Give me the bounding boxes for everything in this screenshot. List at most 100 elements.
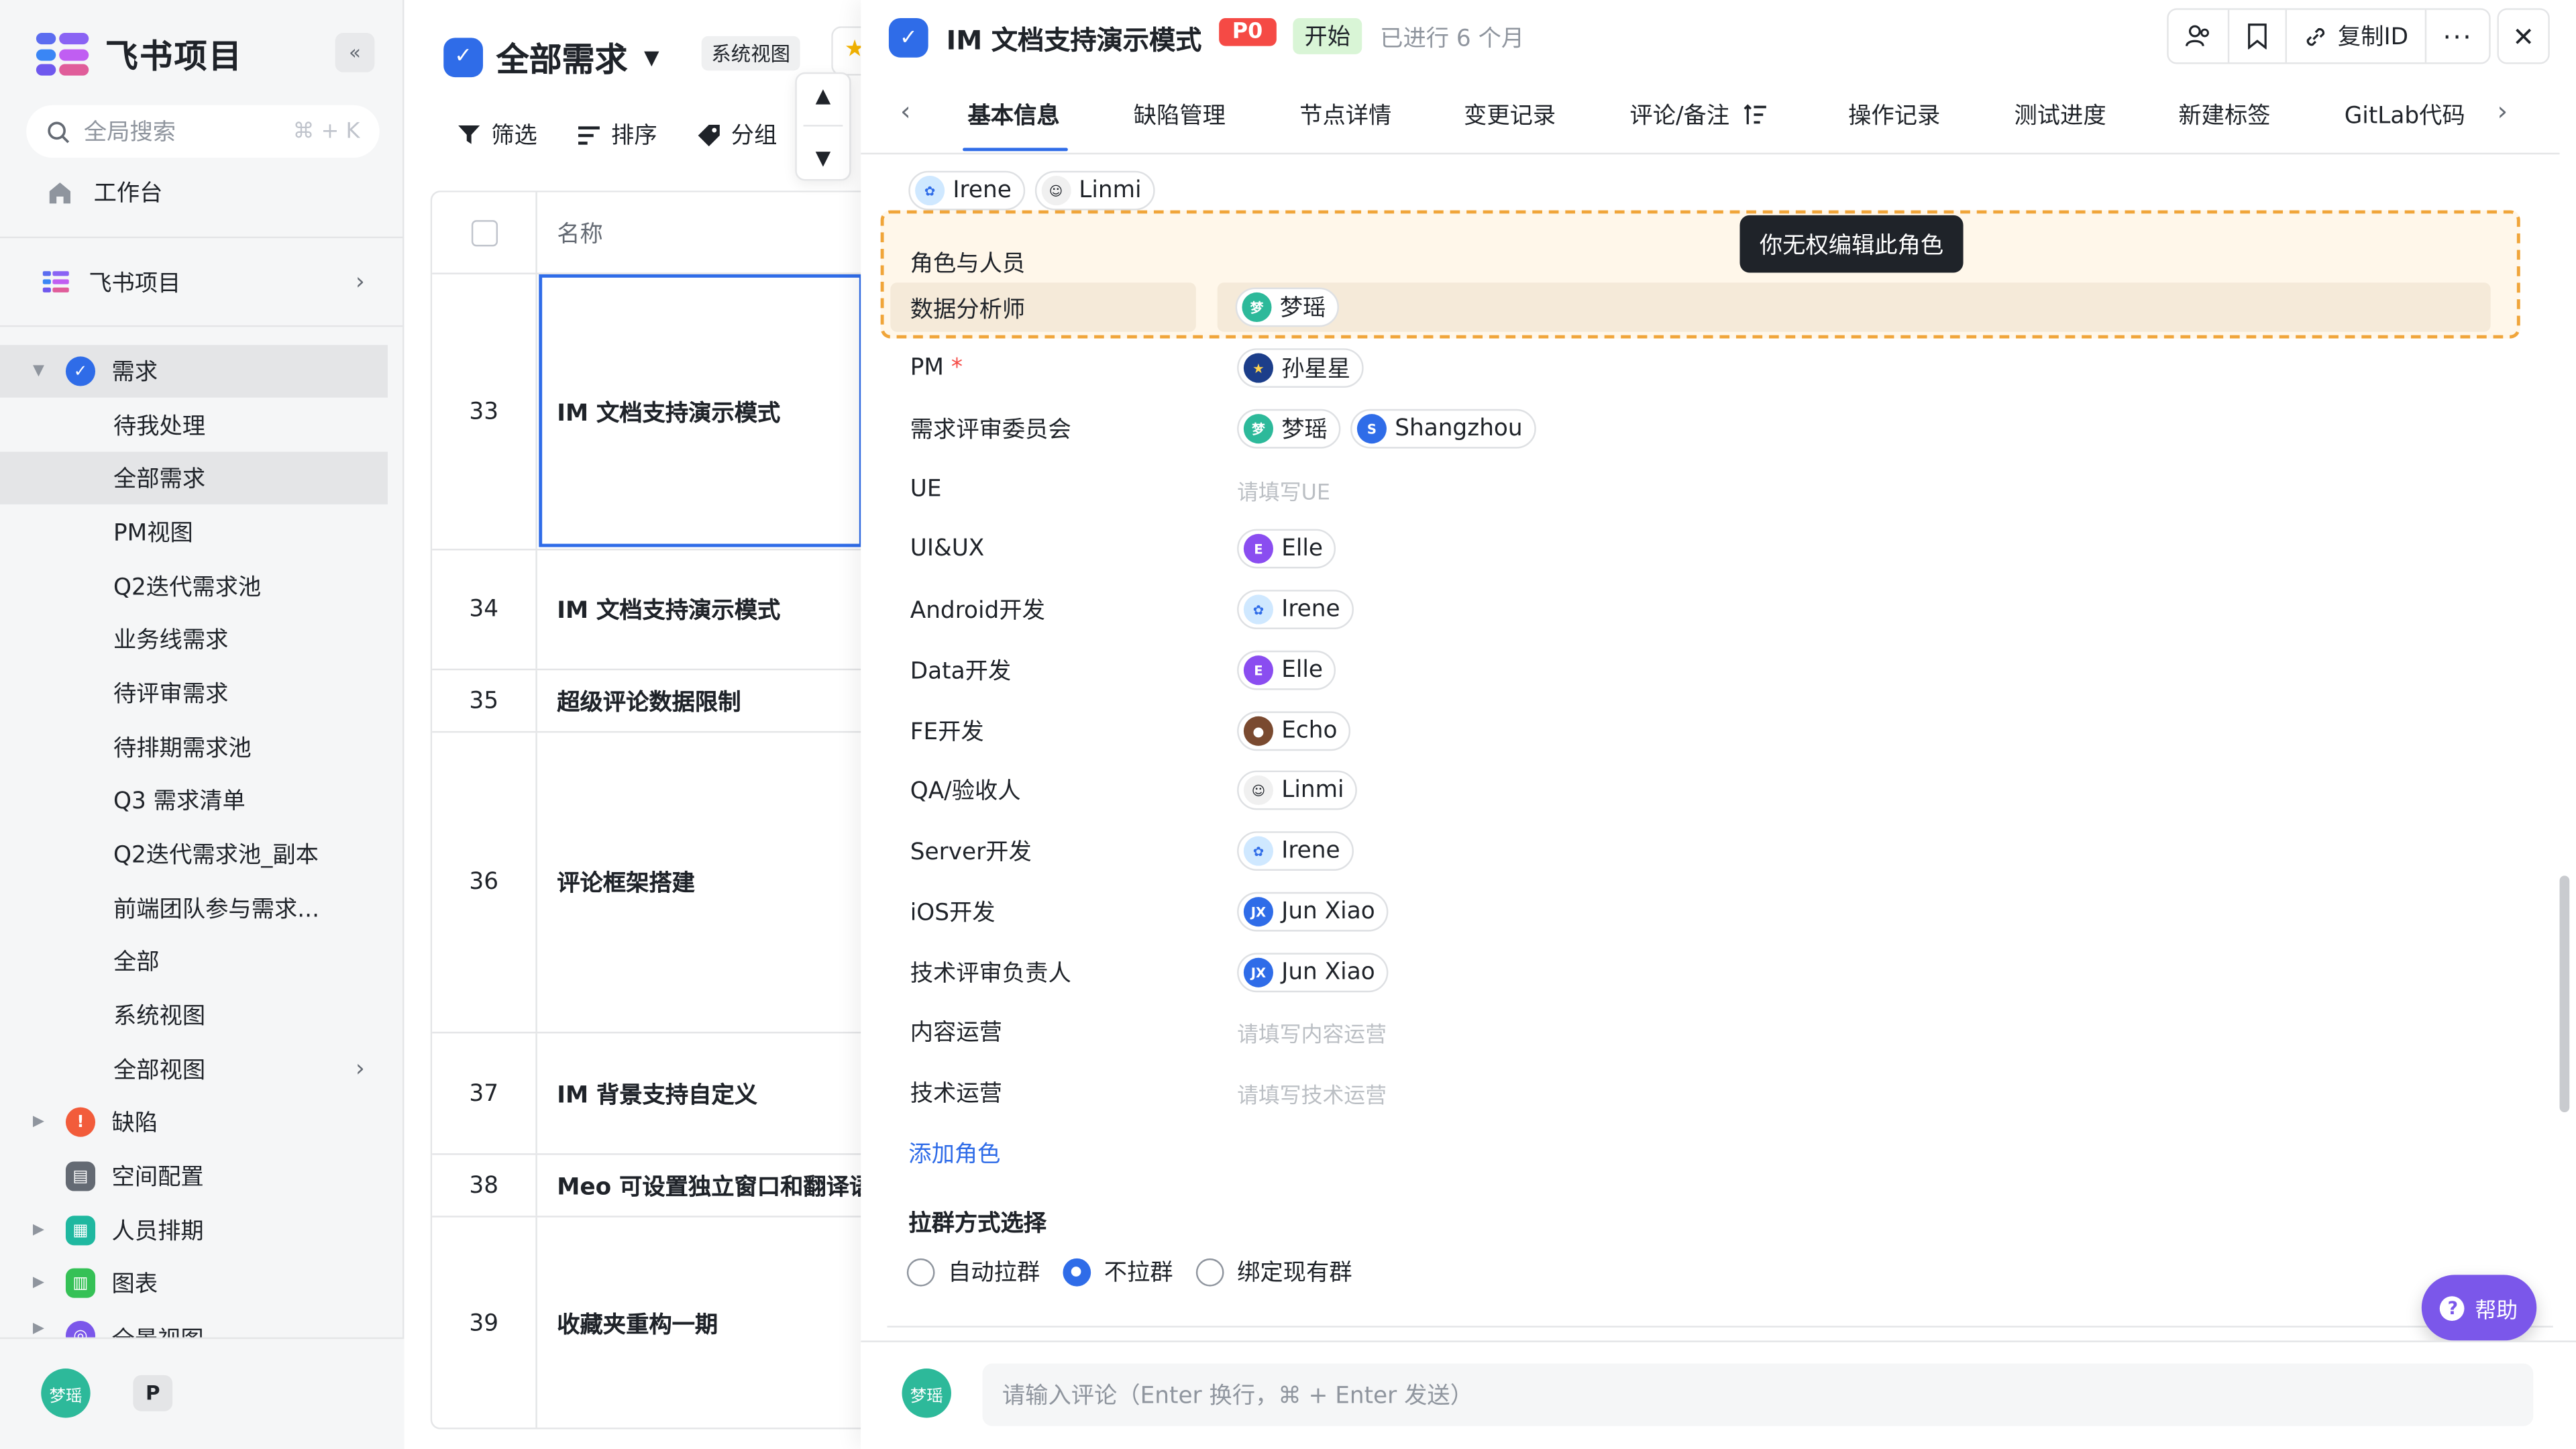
person-chip[interactable]: 梦 梦瑶	[1235, 287, 1339, 327]
comment-input[interactable]: 请输入评论（Enter 换行，⌘ + Enter 发送）	[982, 1363, 2534, 1426]
person-chip[interactable]: JX Jun Xiao	[1237, 953, 1389, 993]
row-name: 收藏夹重构一期	[557, 1312, 718, 1339]
copy-id-button[interactable]: 复制ID	[2287, 9, 2426, 63]
chevron-right-icon[interactable]: ›	[2497, 95, 2508, 127]
person-chip[interactable]: E Elle	[1237, 529, 1336, 569]
profile-badge[interactable]: P	[133, 1375, 173, 1411]
tab-test-progress[interactable]: 测试进度	[2014, 99, 2106, 131]
person-chip[interactable]: JX Jun Xiao	[1237, 892, 1389, 932]
sidebar-item-label: 系统视图	[113, 1004, 206, 1030]
table-row[interactable]: 38 Meo 可设置独立窗口和翻译语	[432, 1155, 861, 1218]
role-placeholder[interactable]: 请填写技术运营	[1237, 1077, 1387, 1108]
chevron-left-icon[interactable]: ‹	[900, 95, 911, 127]
sidebar-item-workbench[interactable]: 工作台	[0, 166, 388, 218]
avatar: ✿	[1243, 836, 1273, 866]
person-chip[interactable]: ☺ Linmi	[1237, 770, 1358, 810]
person-chip[interactable]: S Shangzhou	[1350, 409, 1536, 449]
filter-button[interactable]: 筛选	[457, 118, 537, 151]
detail-title[interactable]: IM 文档支持演示模式	[947, 18, 1202, 58]
add-role-link[interactable]: 添加角色	[908, 1137, 1000, 1170]
sidebar-item-my-pending[interactable]: 待我处理	[0, 399, 388, 451]
person-chip[interactable]: ● Echo	[1237, 711, 1351, 751]
tab-basic-info[interactable]: 基本信息	[967, 99, 1059, 131]
sidebar-item-all-requirements[interactable]: 全部需求	[0, 451, 388, 504]
sidebar-item-pm-view[interactable]: PM视图	[0, 506, 388, 558]
sidebar-item-defects[interactable]: ▶ ! 缺陷	[0, 1095, 388, 1148]
user-avatar[interactable]: 梦瑶	[41, 1368, 91, 1418]
global-search[interactable]: 全局搜索 ⌘ + K	[26, 105, 380, 158]
sidebar-item-pending-review[interactable]: 待评审需求	[0, 667, 388, 719]
select-all-checkbox[interactable]	[470, 219, 497, 246]
sidebar-item-system-view[interactable]: 系统视图	[0, 989, 388, 1041]
priority-badge[interactable]: P0	[1219, 17, 1276, 46]
sidebar-item-q2-copy[interactable]: Q2迭代需求池_副本	[0, 828, 388, 880]
more-button[interactable]: ···	[2426, 10, 2489, 62]
sidebar-item-space-config[interactable]: ▤ 空间配置	[0, 1150, 388, 1202]
brand[interactable]: 飞书项目	[36, 30, 244, 77]
table-row[interactable]: 33 IM 文档支持演示模式	[432, 274, 861, 551]
sidebar-item-label: 待我处理	[113, 414, 206, 441]
role-placeholder[interactable]: 请填写内容运营	[1237, 1016, 1387, 1048]
group-button[interactable]: 分组	[696, 118, 777, 151]
sidebar-item-pending-schedule[interactable]: 待排期需求池	[0, 721, 388, 773]
sidebar-item-label: 全部视图	[113, 1058, 206, 1085]
view-title[interactable]: ✓ 全部需求 ▼	[443, 33, 659, 80]
row-name: 超级评论数据限制	[557, 689, 741, 716]
role-placeholder[interactable]: 请填写UE	[1237, 474, 1330, 505]
sidebar-item-fe-team[interactable]: 前端团队参与需求...	[0, 882, 388, 934]
copy-id-label: 复制ID	[2337, 24, 2409, 51]
sidebar-item-q2-pool[interactable]: Q2迭代需求池	[0, 560, 388, 612]
sidebar-item-business[interactable]: 业务线需求	[0, 612, 388, 665]
tab-node-details[interactable]: 节点详情	[1299, 99, 1391, 131]
tab-gitlab[interactable]: GitLab代码	[2345, 99, 2479, 131]
sidebar-item-all[interactable]: 全部	[0, 934, 388, 987]
table-row[interactable]: 39 收藏夹重构一期	[432, 1217, 861, 1428]
arrow-up-icon[interactable]: ▲	[816, 83, 831, 106]
radio-no-group[interactable]: 不拉群	[1063, 1255, 1173, 1288]
person-chip[interactable]: ☺ Linmi	[1034, 170, 1155, 211]
person-chip[interactable]: E Elle	[1237, 650, 1336, 690]
person-chip[interactable]: ✿ Irene	[908, 170, 1025, 211]
chart-icon: ▥	[65, 1268, 96, 1298]
double-chevron-left-icon[interactable]: «	[335, 32, 375, 72]
table-row[interactable]: 34 IM 文档支持演示模式	[432, 550, 861, 671]
sidebar-item-charts[interactable]: ▶ ▥ 图表	[0, 1256, 388, 1309]
person-name: Jun Xiao	[1281, 898, 1375, 925]
sidebar-item-space[interactable]: 飞书项目 ›	[0, 256, 388, 309]
sidebar-item-q3-list[interactable]: Q3 需求清单	[0, 773, 388, 826]
person-chip[interactable]: ✿ Irene	[1237, 590, 1354, 629]
star-button[interactable]: ★	[831, 26, 865, 76]
tab-change-log[interactable]: 变更记录	[1464, 99, 1556, 131]
table-row[interactable]: 35 超级评论数据限制	[432, 670, 861, 733]
status-badge[interactable]: 开始	[1293, 17, 1362, 54]
avatar: JX	[1243, 957, 1273, 987]
scrollbar[interactable]	[2559, 875, 2570, 1112]
table-row[interactable]: 37 IM 背景支持自定义	[432, 1033, 861, 1155]
detail-tabs: ‹ 基本信息 缺陷管理 节点详情 变更记录 评论/备注 操作记录 测试进度 新建…	[861, 76, 2560, 155]
group-method-options: 自动拉群 不拉群 绑定现有群	[906, 1255, 1352, 1288]
caret-down-icon: ▼	[644, 45, 659, 68]
help-button[interactable]: ? 帮助	[2421, 1275, 2537, 1341]
bookmark-button[interactable]	[2229, 9, 2288, 63]
sidebar-item-schedule[interactable]: ▶ ▦ 人员排期	[0, 1204, 388, 1256]
sidebar-item-label: Q2迭代需求池_副本	[113, 843, 319, 869]
tab-operation-log[interactable]: 操作记录	[1848, 99, 1940, 131]
close-button[interactable]: ✕	[2497, 8, 2550, 64]
members-button[interactable]	[2169, 9, 2230, 63]
sidebar-item-requirements[interactable]: ▼ ✓ 需求	[0, 345, 388, 398]
tab-new-tag[interactable]: 新建标签	[2178, 99, 2270, 131]
tab-defects[interactable]: 缺陷管理	[1134, 99, 1226, 131]
radio-bind-group[interactable]: 绑定现有群	[1195, 1255, 1352, 1288]
arrow-down-icon[interactable]: ▼	[816, 146, 831, 169]
tab-comments[interactable]: 评论/备注	[1629, 99, 1767, 131]
table-row[interactable]: 36 评论框架搭建	[432, 733, 861, 1034]
sort-button[interactable]: 排序	[577, 118, 657, 151]
sidebar-item-panorama[interactable]: ▶ ◎ 全景视图	[0, 1311, 388, 1338]
sidebar-item-all-views[interactable]: 全部视图 ›	[0, 1043, 388, 1095]
sidebar-item-label: 全部需求	[113, 466, 206, 493]
person-chip[interactable]: ✿ Irene	[1237, 831, 1354, 871]
radio-auto-group[interactable]: 自动拉群	[906, 1255, 1040, 1288]
row-id: 39	[432, 1217, 537, 1428]
person-chip[interactable]: ★ 孙星星	[1237, 348, 1364, 388]
person-chip[interactable]: 梦梦瑶	[1237, 409, 1341, 449]
